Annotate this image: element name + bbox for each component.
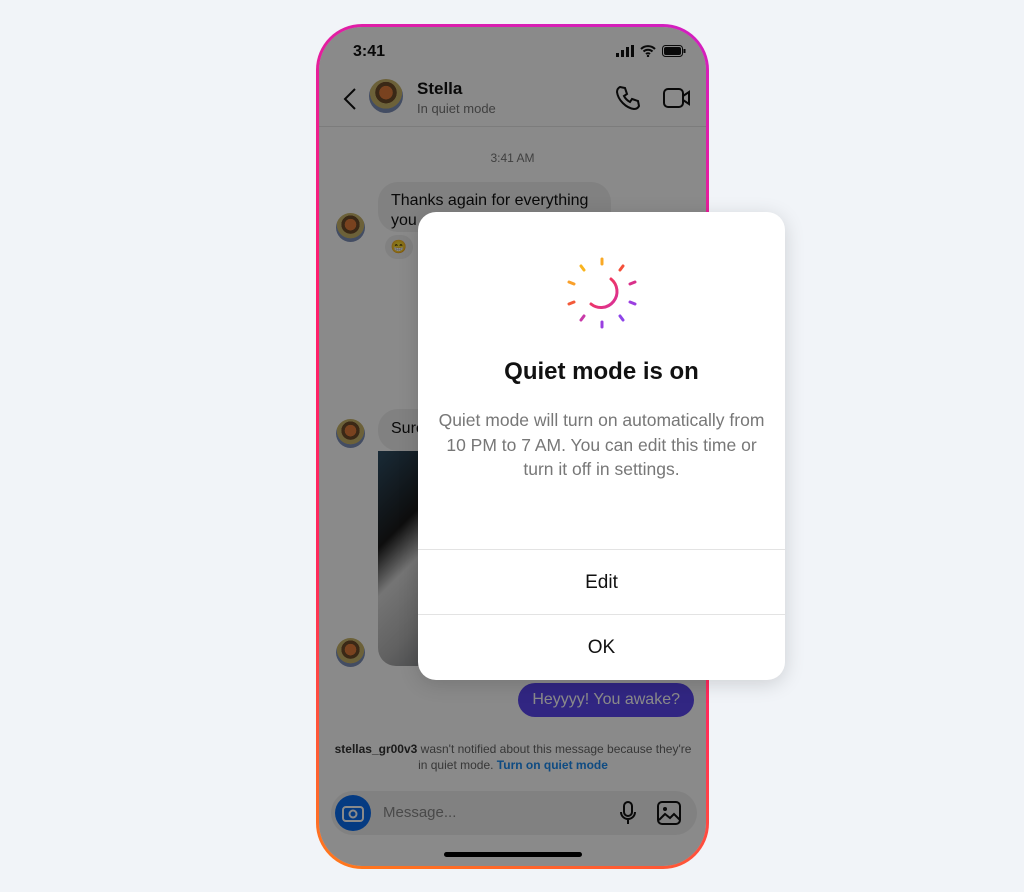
moon-sun-icon bbox=[567, 257, 637, 329]
edit-button[interactable]: Edit bbox=[418, 549, 785, 615]
dialog-body: Quiet mode will turn on automatically fr… bbox=[438, 410, 765, 479]
dialog-title: Quiet mode is on bbox=[504, 358, 699, 385]
quiet-mode-dialog: Quiet mode is on Quiet mode will turn on… bbox=[418, 212, 785, 680]
ok-button[interactable]: OK bbox=[418, 614, 785, 680]
